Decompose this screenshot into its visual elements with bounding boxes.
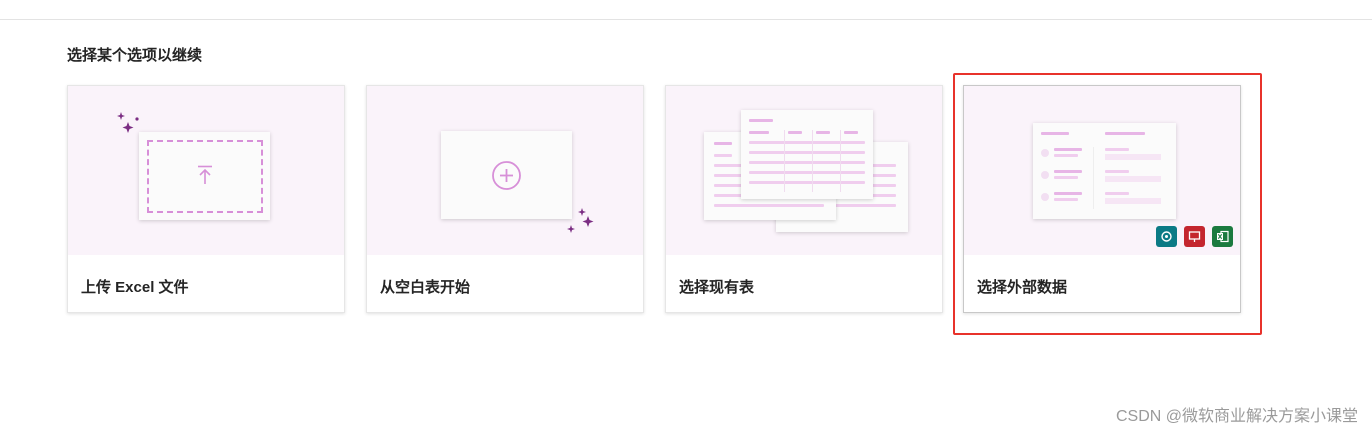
upload-sheet <box>139 132 270 220</box>
selection-highlight <box>953 73 1262 335</box>
card-label: 上传 Excel 文件 <box>81 279 189 296</box>
blank-illustration <box>367 86 643 255</box>
card-label: 选择现有表 <box>679 279 755 296</box>
sparkle-icon <box>567 208 594 233</box>
table-sheet-front <box>741 110 873 199</box>
page-heading: 选择某个选项以继续 <box>67 47 203 64</box>
watermark: CSDN @微软商业解决方案小课堂 <box>1115 408 1358 425</box>
blank-sheet <box>441 131 572 219</box>
blank-table-card[interactable]: 从空白表开始 <box>366 85 644 313</box>
top-divider <box>0 19 1372 20</box>
upload-excel-card[interactable]: 上传 Excel 文件 <box>67 85 345 313</box>
upload-illustration <box>68 86 344 255</box>
plus-circle-icon <box>492 161 521 190</box>
existing-table-card[interactable]: 选择现有表 <box>665 85 943 313</box>
upload-arrow-icon <box>198 165 212 184</box>
card-label: 从空白表开始 <box>380 279 471 296</box>
existing-illustration <box>666 86 942 255</box>
